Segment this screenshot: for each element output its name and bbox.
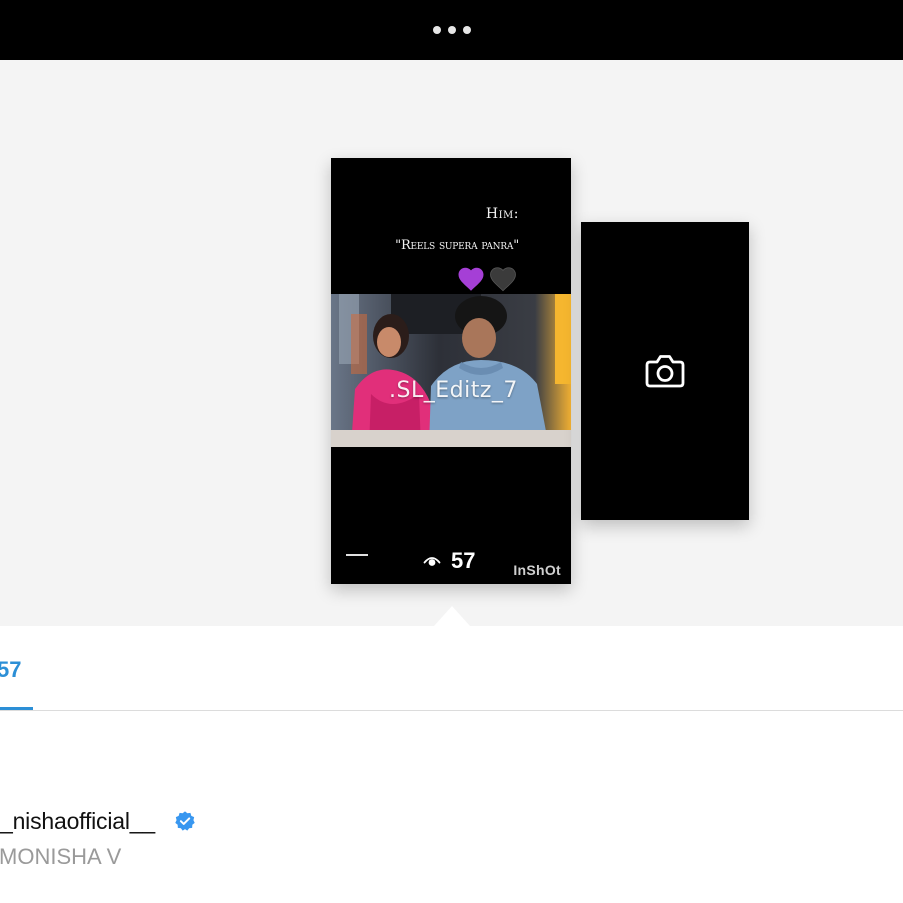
story-dash-mark — [346, 554, 368, 556]
view-count-value: 57 — [451, 548, 476, 573]
story-view-count: 57 — [423, 548, 475, 574]
story-video-frame: .SL_Editz_7 — [331, 294, 571, 447]
black-heart-icon — [490, 267, 516, 292]
more-options-icon[interactable] — [431, 24, 473, 36]
app-watermark: InShOt — [513, 562, 561, 578]
video-still-illustration — [331, 294, 571, 447]
add-story-card[interactable] — [581, 222, 749, 520]
active-tab-indicator — [0, 707, 33, 710]
viewer-full-name: MONISHA V — [0, 844, 122, 869]
selection-pointer — [434, 606, 470, 626]
viewers-tab-row — [0, 626, 903, 711]
story-thumbnail[interactable]: Him: "Reels supera panra" .SL_Editz_7 57… — [331, 158, 571, 584]
verified-badge-icon — [175, 811, 195, 831]
viewer-username: _nishaofficial__ — [0, 808, 155, 834]
story-watermark-text: .SL_Editz_7 — [389, 378, 518, 403]
viewer-list-item[interactable]: _nishaofficial__ MONISHA V — [0, 800, 903, 880]
purple-heart-icon — [458, 267, 484, 291]
eye-icon — [423, 557, 441, 566]
story-caption-line2: "Reels supera panra" — [395, 238, 519, 253]
camera-icon — [645, 355, 685, 388]
tab-viewers-count[interactable]: 57 — [0, 657, 21, 683]
story-caption-line1: Him: — [485, 206, 519, 222]
top-bar — [0, 0, 903, 60]
